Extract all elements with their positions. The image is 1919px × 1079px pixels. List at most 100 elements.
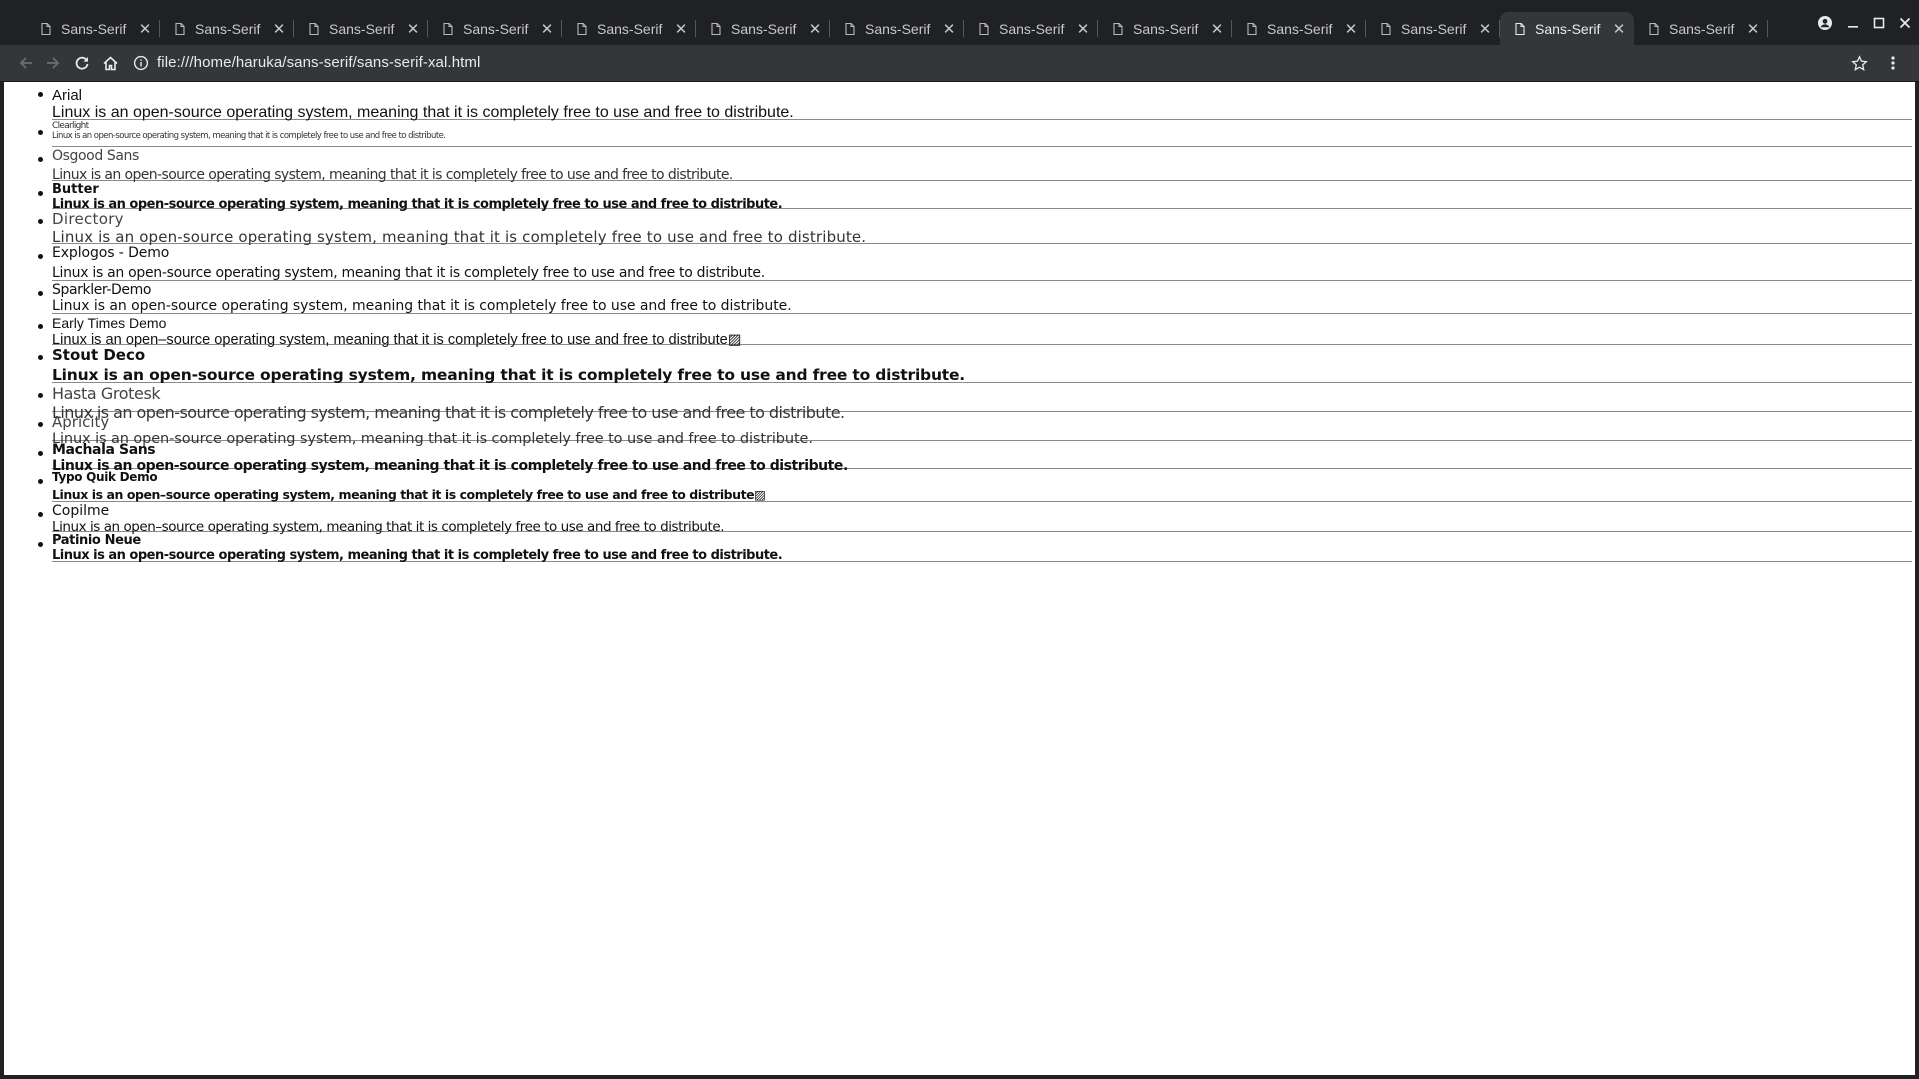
browser-tab[interactable]: Sans-Serif ✕ [26, 12, 160, 45]
page-icon [709, 22, 723, 36]
font-sample: Linux is an open-source operating system… [52, 548, 783, 563]
list-item: Directory Linux is an open-source operati… [38, 209, 1912, 246]
tab-title: Sans-Serif [1267, 20, 1333, 37]
maximize-icon[interactable] [1866, 17, 1892, 29]
tab-title: Sans-Serif [999, 20, 1065, 37]
page-icon [1379, 22, 1393, 36]
tab-title: Sans-Serif [597, 20, 663, 37]
tab-close-icon[interactable]: ✕ [536, 20, 558, 38]
list-item: Arial Linux is an open-source operating s… [38, 82, 1912, 121]
font-list: Arial Linux is an open-source operating s… [4, 82, 1915, 563]
arrow-left-icon[interactable] [14, 51, 38, 75]
list-item: Stout Deco Linux is an open-source operat… [38, 345, 1912, 384]
browser-tab[interactable]: Sans-Serif ✕ [294, 12, 428, 45]
tab-title: Sans-Serif [329, 20, 395, 37]
tab-close-icon[interactable]: ✕ [1206, 20, 1228, 38]
tab-title: Sans-Serif [865, 20, 931, 37]
font-sample: Linux is an open-source operating system… [52, 366, 965, 384]
font-name: Osgood Sans [52, 148, 139, 164]
tab-title: Sans-Serif [61, 20, 127, 37]
browser-tab[interactable]: Sans-Serif ✕ [696, 12, 830, 45]
tab-close-icon[interactable]: ✕ [1608, 20, 1630, 38]
list-item: Machala Sans Linux is an open-source oper… [38, 441, 1912, 474]
font-name: Machala Sans [52, 442, 156, 458]
browser-tab[interactable]: Sans-Serif ✕ [1098, 12, 1232, 45]
tab-close-icon[interactable]: ✕ [804, 20, 826, 38]
window-controls [1812, 10, 1918, 36]
tab-close-icon[interactable]: ✕ [1340, 20, 1362, 38]
star-icon[interactable] [1847, 51, 1871, 75]
font-name: Hasta Grotesk [52, 384, 161, 403]
page-icon [1647, 22, 1661, 36]
tab-close-icon[interactable]: ✕ [938, 20, 960, 38]
font-name: Typo Quik Demo [52, 470, 158, 484]
page-icon [307, 22, 321, 36]
font-name: Copilme [52, 503, 110, 519]
font-sample: Linux is an open-source operating system… [52, 131, 446, 141]
list-item: Butter Linux is an open-source operating … [38, 181, 1912, 212]
tab-close-icon[interactable]: ✕ [268, 20, 290, 38]
page-icon [843, 22, 857, 36]
font-sample: Linux is an open-source operating system… [52, 298, 792, 314]
tab-close-icon[interactable]: ✕ [402, 20, 424, 38]
browser-tab[interactable]: Sans-Serif ✕ [160, 12, 294, 45]
profile-icon[interactable] [1812, 16, 1838, 30]
page-icon [575, 22, 589, 36]
list-item: Apricity Linux is an open-source operatin… [38, 412, 1912, 447]
home-icon[interactable] [98, 51, 122, 75]
browser-tab[interactable]: Sans-Serif ✕ [1500, 12, 1634, 45]
address-bar[interactable]: file:///home/haruka/sans-serif/sans-seri… [157, 54, 480, 71]
reload-icon[interactable] [70, 51, 94, 75]
tab-title: Sans-Serif [1133, 20, 1199, 37]
font-name: Directory [52, 210, 124, 228]
tab-close-icon[interactable]: ✕ [670, 20, 692, 38]
list-item: Sparkler-Demo Linux is an open-source ope… [38, 281, 1912, 314]
font-name: Arial [52, 87, 83, 104]
font-name: Early Times Demo [52, 315, 167, 331]
browser-tab[interactable]: Sans-Serif ✕ [428, 12, 562, 45]
font-name: Apricity [52, 413, 110, 431]
list-item: Copilme Linux is an open–source operating… [38, 502, 1912, 535]
page-icon [173, 22, 187, 36]
page-icon [1111, 22, 1125, 36]
font-name: Stout Deco [52, 346, 146, 364]
browser-tab[interactable]: Sans-Serif ✕ [964, 12, 1098, 45]
tab-close-icon[interactable]: ✕ [1072, 20, 1094, 38]
tab-title: Sans-Serif [463, 20, 529, 37]
tab-title: Sans-Serif [1535, 20, 1601, 37]
list-item: Explogos - Demo Linux is an open-source o… [38, 244, 1912, 281]
tab-title: Sans-Serif [1401, 20, 1467, 37]
browser-toolbar: file:///home/haruka/sans-serif/sans-seri… [0, 45, 1919, 82]
list-item: Clearlight Linux is an open-source operat… [38, 120, 1912, 147]
page-icon [441, 22, 455, 36]
list-item: Osgood Sans Linux is an open-source opera… [38, 147, 1912, 183]
kebab-menu-icon[interactable] [1881, 51, 1905, 75]
page-icon [39, 22, 53, 36]
list-item: Typo Quik Demo Linux is an open–source op… [38, 469, 1912, 502]
browser-tab[interactable]: Sans-Serif ✕ [1232, 12, 1366, 45]
font-name: Explogos - Demo [52, 245, 170, 261]
tab-close-icon[interactable]: ✕ [1474, 20, 1496, 38]
tab-title: Sans-Serif [195, 20, 261, 37]
browser-tab[interactable]: Sans-Serif ✕ [830, 12, 964, 45]
tab-title: Sans-Serif [731, 20, 797, 37]
list-item: Hasta Grotesk Linux is an open-source ope… [38, 383, 1912, 422]
font-name: Patinio Neue [52, 533, 141, 548]
font-name: Clearlight [52, 121, 89, 131]
list-item: Patinio Neue Linux is an open-source oper… [38, 532, 1912, 563]
arrow-right-icon[interactable] [41, 51, 65, 75]
tab-strip: Sans-Serif ✕ Sans-Serif ✕ Sans-Serif ✕ Sans-Se… [0, 0, 1919, 45]
browser-tab[interactable]: Sans-Serif ✕ [1366, 12, 1500, 45]
tab-close-icon[interactable]: ✕ [134, 20, 156, 38]
font-sample: Linux is an open-source operating system… [52, 265, 765, 281]
tab-close-icon[interactable]: ✕ [1742, 20, 1764, 38]
page-content: Arial Linux is an open-source operating s… [4, 82, 1915, 1075]
minimize-icon[interactable] [1840, 17, 1866, 29]
info-icon[interactable] [133, 55, 149, 71]
browser-tab[interactable]: Sans-Serif ✕ [562, 12, 696, 45]
list-item: Early Times Demo Linux is an open–source … [38, 314, 1912, 348]
tab-title: Sans-Serif [1669, 20, 1735, 37]
page-icon [977, 22, 991, 36]
browser-tab[interactable]: Sans-Serif ✕ [1634, 12, 1768, 45]
close-icon[interactable] [1892, 17, 1918, 29]
